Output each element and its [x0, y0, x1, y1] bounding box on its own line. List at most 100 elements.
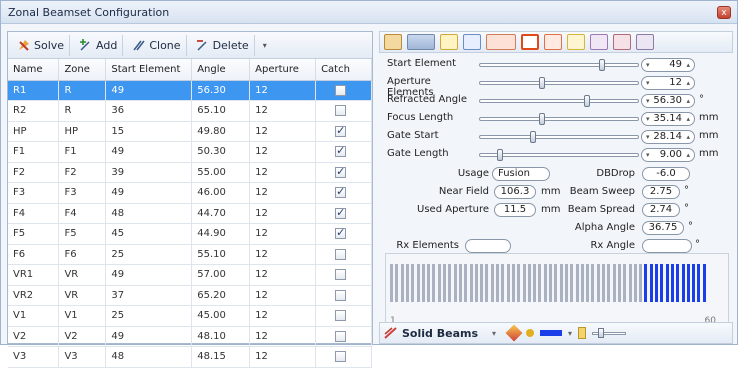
- zone-outline-icon[interactable]: [636, 34, 654, 50]
- catch-checkbox[interactable]: [335, 248, 347, 260]
- decrement-icon[interactable]: ▾: [646, 149, 650, 161]
- delete-button[interactable]: Delete: [191, 34, 255, 56]
- refracted-angle-slider[interactable]: [479, 94, 639, 108]
- gate-icon[interactable]: [521, 34, 539, 50]
- increment-icon[interactable]: ▴: [686, 131, 690, 143]
- rx-angle-value: [642, 239, 692, 253]
- close-button[interactable]: x: [717, 6, 731, 19]
- color-dot-icon[interactable]: [526, 329, 535, 337]
- probe-element-bar: [591, 264, 595, 302]
- cell-catch: [315, 182, 372, 204]
- table-row[interactable]: V2 V2 49 48.10 12: [8, 326, 372, 347]
- focus-length-slider[interactable]: [479, 112, 639, 126]
- decrement-icon[interactable]: ▾: [646, 131, 650, 143]
- cell-catch: [315, 264, 372, 286]
- catch-checkbox[interactable]: [335, 351, 347, 362]
- toolbar-dropdown-icon[interactable]: ▾: [259, 35, 271, 56]
- table-row[interactable]: HP HP 15 49.80 12: [8, 121, 372, 142]
- header-name[interactable]: Name: [8, 59, 60, 81]
- clone-button[interactable]: Clone: [127, 34, 187, 56]
- catch-checkbox[interactable]: [335, 144, 347, 157]
- waveform-icon[interactable]: [440, 34, 458, 50]
- opacity-slider[interactable]: [592, 328, 627, 338]
- catch-checkbox[interactable]: [335, 185, 347, 198]
- start-element-spinbox[interactable]: ▾ 49 ▴: [641, 58, 695, 72]
- start-element-slider[interactable]: [479, 58, 639, 72]
- probe-element-bar: [517, 264, 521, 302]
- catch-checkbox[interactable]: [335, 226, 347, 239]
- color-swatch-icon[interactable]: [540, 330, 563, 336]
- cell-zone: V1: [58, 305, 107, 327]
- catch-checkbox[interactable]: [335, 165, 347, 178]
- catch-checkbox[interactable]: [335, 269, 347, 280]
- probe-icon[interactable]: [486, 34, 516, 50]
- focus-length-spinbox[interactable]: ▾ 35.14 ▴: [641, 112, 695, 126]
- beam-angle-icon[interactable]: [544, 34, 562, 50]
- zone-fill-icon[interactable]: [613, 34, 631, 50]
- add-button[interactable]: Add: [74, 34, 124, 56]
- increment-icon[interactable]: ▴: [686, 59, 690, 71]
- decrement-icon[interactable]: ▾: [646, 95, 650, 107]
- header-angle[interactable]: Angle: [191, 59, 251, 81]
- catch-checkbox[interactable]: [335, 330, 347, 342]
- solid-beams-select[interactable]: Solid Beams ▾: [384, 326, 496, 340]
- cell-aperture: 12: [249, 326, 317, 347]
- signal-icon[interactable]: [463, 34, 481, 50]
- header-zone[interactable]: Zone: [58, 59, 107, 81]
- catch-checkbox[interactable]: [335, 124, 347, 137]
- solve-button[interactable]: Solve: [12, 34, 71, 56]
- aperture-elements-spinbox[interactable]: ▾ 12 ▴: [641, 76, 695, 90]
- cell-start-element: 49: [105, 80, 193, 101]
- increment-icon[interactable]: ▴: [686, 77, 690, 89]
- cell-zone: F3: [58, 182, 107, 204]
- probe-element-bar: [464, 264, 468, 302]
- aperture-elements-slider[interactable]: [479, 76, 639, 90]
- header-aperture[interactable]: Aperture: [249, 59, 317, 81]
- cell-start-element: 15: [105, 121, 193, 142]
- dbdrop-label: DBDrop: [596, 168, 635, 179]
- catch-checkbox[interactable]: [335, 310, 347, 321]
- decrement-icon[interactable]: ▾: [646, 77, 650, 89]
- zone-icon[interactable]: [590, 34, 608, 50]
- cell-angle: 65.20: [191, 285, 251, 306]
- table-row[interactable]: F6 F6 25 55.10 12: [8, 244, 372, 265]
- layout-select-icon[interactable]: [407, 34, 435, 50]
- decrement-icon[interactable]: ▾: [646, 113, 650, 125]
- table-row[interactable]: R2 R 36 65.10 12: [8, 100, 372, 122]
- cell-zone: F5: [58, 223, 107, 245]
- table-row[interactable]: VR1 VR 49 57.00 12: [8, 264, 372, 286]
- table-row[interactable]: VR2 VR 37 65.20 12: [8, 285, 372, 306]
- pencil-icon[interactable]: [505, 324, 523, 342]
- table-row[interactable]: F4 F4 48 44.70 12: [8, 203, 372, 224]
- catch-checkbox[interactable]: [335, 289, 347, 301]
- zonal-beamset-window: Zonal Beamset Configuration x Solve Add …: [0, 0, 738, 368]
- gate-start-spinbox[interactable]: ▾ 28.14 ▴: [641, 130, 695, 144]
- catch-checkbox[interactable]: [335, 206, 347, 219]
- header-start-element[interactable]: Start Element: [105, 59, 193, 81]
- camera-icon[interactable]: [384, 34, 402, 50]
- header-catch[interactable]: Catch: [315, 59, 372, 81]
- cell-catch: [315, 223, 372, 245]
- gate-length-slider[interactable]: [479, 148, 639, 162]
- table-row[interactable]: V1 V1 25 45.00 12: [8, 305, 372, 327]
- table-row[interactable]: F5 F5 45 44.90 12: [8, 223, 372, 245]
- table-row[interactable]: F3 F3 49 46.00 12: [8, 182, 372, 204]
- table-row[interactable]: V3 V3 48 48.15 12: [8, 346, 372, 368]
- dbdrop-field[interactable]: -6.0: [642, 167, 690, 181]
- increment-icon[interactable]: ▴: [686, 95, 690, 107]
- table-row[interactable]: F2 F2 39 55.00 12: [8, 162, 372, 183]
- color-dropdown-icon[interactable]: ▾: [568, 329, 572, 338]
- table-row[interactable]: F1 F1 49 50.30 12: [8, 141, 372, 163]
- catch-checkbox[interactable]: [335, 105, 347, 116]
- start-element-value: 49: [669, 59, 682, 70]
- catch-checkbox[interactable]: [335, 84, 347, 96]
- usage-select[interactable]: Fusion: [492, 167, 550, 181]
- table-row[interactable]: R1 R 49 56.30 12: [8, 80, 372, 101]
- increment-icon[interactable]: ▴: [686, 113, 690, 125]
- gate-length-spinbox[interactable]: ▾ 9.00 ▴: [641, 148, 695, 162]
- gate-start-slider[interactable]: [479, 130, 639, 144]
- decrement-icon[interactable]: ▾: [646, 59, 650, 71]
- beam-focus-icon[interactable]: [567, 34, 585, 50]
- refracted-angle-spinbox[interactable]: ▾ 56.30 ▴: [641, 94, 695, 108]
- increment-icon[interactable]: ▴: [686, 149, 690, 161]
